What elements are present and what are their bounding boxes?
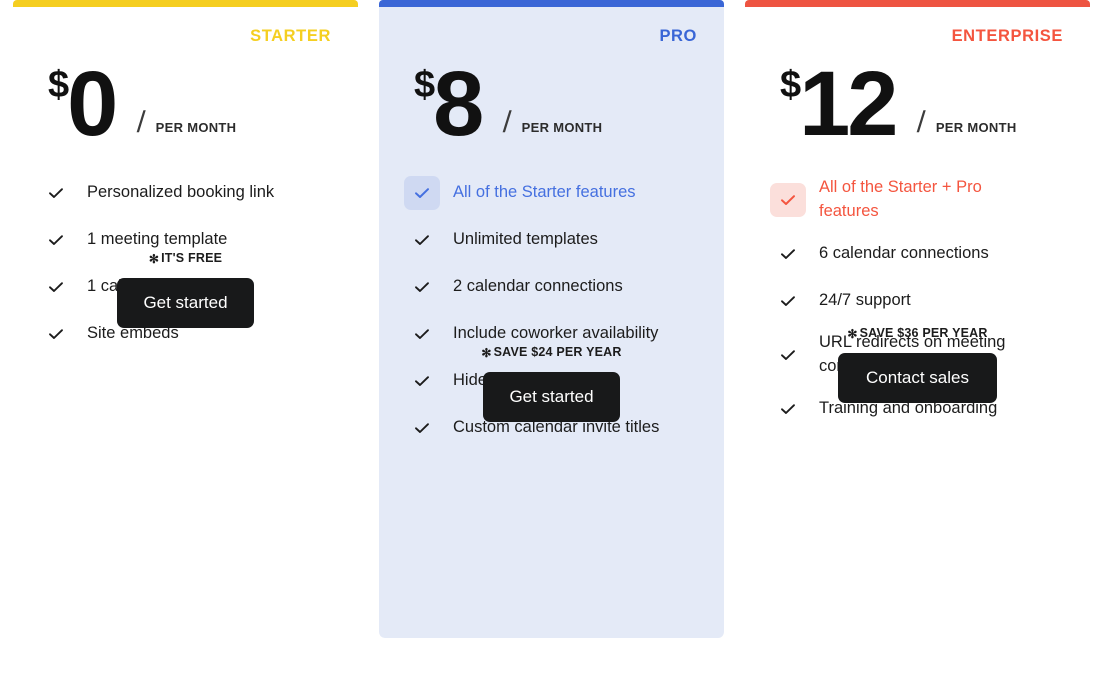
price-row-starter: $ 0 / PER MONTH [38, 48, 333, 155]
feature-label: 2 calendar connections [453, 277, 623, 296]
feature-label: 6 calendar connections [819, 243, 989, 262]
check-icon [404, 176, 440, 210]
plan-name-starter: STARTER [250, 27, 331, 45]
savings-note-text: SAVE $24 PER YEAR [493, 345, 622, 359]
feature-label: All of the Starter features [453, 183, 636, 202]
pricing-card-enterprise: ENTERPRISE $ 12 / PER MONTH All of the S… [745, 0, 1090, 628]
get-started-button-starter[interactable]: Get started [117, 278, 254, 328]
list-item: All of the Starter + Pro features [770, 176, 1065, 224]
currency-symbol: $ [48, 64, 70, 106]
price-row-enterprise: $ 12 / PER MONTH [770, 48, 1065, 155]
list-item: 24/7 support [770, 284, 1065, 318]
card-footer-starter: ✻ IT'S FREE Get started [13, 251, 358, 328]
asterisk-icon: ✻ [481, 346, 492, 360]
check-icon [38, 176, 74, 210]
currency-symbol: $ [780, 64, 802, 106]
list-item: All of the Starter features [404, 176, 699, 210]
feature-label: Unlimited templates [453, 230, 598, 249]
savings-note: ✻ IT'S FREE [13, 251, 358, 266]
card-accent-bar-enterprise [745, 0, 1090, 7]
price-slash-icon: / [136, 106, 147, 139]
price-period: PER MONTH [521, 120, 603, 135]
savings-note: ✻ SAVE $24 PER YEAR [379, 345, 724, 360]
pricing-card-pro: PRO $ 8 / PER MONTH All of the Starter f… [379, 0, 724, 638]
card-accent-bar-starter [13, 0, 358, 7]
price-amount: 12 [799, 52, 898, 155]
price-period: PER MONTH [935, 120, 1017, 135]
feature-label: 24/7 support [819, 290, 911, 309]
savings-note-text: IT'S FREE [161, 251, 223, 265]
asterisk-icon: ✻ [847, 326, 858, 341]
card-accent-bar-pro [379, 0, 724, 7]
currency-symbol: $ [414, 64, 436, 106]
list-item: 6 calendar connections [770, 237, 1065, 271]
plan-name-pro: PRO [659, 27, 697, 45]
card-footer-enterprise: ✻ SAVE $36 PER YEAR Contact sales [745, 326, 1090, 403]
pricing-plans-grid: STARTER $ 0 / PER MONTH Personalized boo… [0, 0, 1108, 673]
check-icon [770, 284, 806, 318]
get-started-button-pro[interactable]: Get started [483, 372, 620, 422]
price-period: PER MONTH [155, 120, 237, 135]
card-footer-pro: ✻ SAVE $24 PER YEAR Get started [379, 345, 724, 422]
feature-label: All of the Starter + Pro features [819, 178, 982, 220]
price-slash-icon: / [502, 106, 513, 139]
list-item: 2 calendar connections [404, 270, 699, 304]
savings-note: ✻ SAVE $36 PER YEAR [745, 325, 1090, 341]
asterisk-icon: ✻ [148, 252, 160, 266]
check-icon [770, 237, 806, 271]
feature-label: Include coworker availability [453, 324, 659, 343]
check-icon [770, 182, 806, 217]
pricing-card-starter: STARTER $ 0 / PER MONTH Personalized boo… [13, 0, 358, 628]
contact-sales-button[interactable]: Contact sales [838, 352, 997, 403]
price-amount: 8 [433, 52, 484, 155]
feature-label: 1 meeting template [87, 230, 228, 249]
feature-label: Personalized booking link [87, 183, 275, 202]
check-icon [404, 223, 440, 257]
check-icon [404, 270, 440, 304]
savings-note-text: SAVE $36 PER YEAR [859, 325, 988, 340]
list-item: Personalized booking link [38, 176, 333, 210]
list-item: Unlimited templates [404, 223, 699, 257]
price-slash-icon: / [916, 106, 927, 139]
price-amount: 0 [67, 52, 118, 155]
price-row-pro: $ 8 / PER MONTH [404, 48, 699, 155]
plan-name-enterprise: ENTERPRISE [951, 27, 1063, 45]
